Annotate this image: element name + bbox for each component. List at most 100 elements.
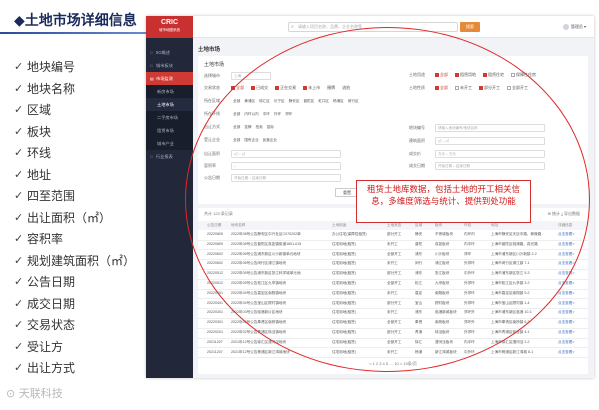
notice-date-input[interactable]: 开始日期 – 结束日期 — [231, 174, 342, 182]
detail-link[interactable]: 点击查看> — [558, 259, 586, 268]
table-cell: 2022年06号公告闵行区浦江镇地块 — [231, 261, 287, 266]
check-icon: ✓ — [14, 318, 24, 332]
table-cell: 中外环 — [464, 349, 475, 354]
detail-link[interactable]: 点击查看> — [558, 318, 586, 327]
filter-option[interactable]: 未开工 — [455, 85, 472, 91]
filter-option[interactable]: 未上市 — [303, 85, 320, 91]
filter-option[interactable]: 流拍 — [342, 85, 350, 91]
column-header[interactable]: 地块名称 — [231, 221, 301, 230]
filter-chip[interactable]: 徐汇区 — [257, 99, 272, 104]
table-cell: 2022年02号公告青浦区徐泾镇地块 — [231, 330, 287, 334]
filter-chip[interactable]: 中环 — [261, 112, 272, 117]
filter-chip[interactable]: 郊环 — [283, 112, 294, 117]
sidebar-item-city-blocks[interactable]: □ 城市板块 — [146, 59, 193, 72]
pagination[interactable]: < 1 2 3 4 5 … 10 > 10条/页 — [198, 358, 588, 370]
detail-link[interactable]: 点击查看> — [558, 348, 586, 357]
table-cell: 20220602 — [207, 251, 223, 256]
app-logo[interactable]: CRIC 城市地图系统 — [146, 16, 193, 38]
filter-chip[interactable]: 招标 — [265, 125, 276, 130]
table-actions[interactable]: ⊞ 统计 ⤓ 导出数据 — [548, 211, 580, 217]
table-cell: 住宅用地(租赁) — [332, 261, 356, 266]
price-input[interactable]: 万元 – 万元 — [435, 150, 545, 158]
filter-chip[interactable]: 全部 — [231, 99, 242, 104]
checkbox-icon — [251, 85, 256, 90]
city-select[interactable]: 上海 — [231, 72, 272, 80]
user-menu[interactable]: 管理员 ▾ — [562, 24, 586, 30]
filter-chip[interactable]: 闵行区 — [346, 99, 361, 104]
checkbox-icon — [511, 72, 515, 77]
table-cell: 上海市普陀区桃浦路、真光路 — [491, 241, 538, 246]
field-label: 环线 — [27, 146, 52, 161]
table-cell: 临港新城板块 — [435, 310, 457, 315]
filter-option[interactable]: 租赁住宅 — [483, 72, 504, 78]
filter-chip[interactable]: 黄浦区 — [242, 99, 257, 104]
sidebar-item-market-monitoring[interactable]: ▤ 市场监测 — [146, 72, 193, 85]
field-bullet: ✓ 公告日期 — [14, 271, 146, 293]
detail-link[interactable]: 点击查看> — [558, 230, 586, 239]
filter-option[interactable]: 已成交 — [251, 85, 268, 91]
table-row[interactable]: 20211207 2021年12号公告杨浦区新江湾城地块 住宅用地(租赁) 未开工 杨浦… — [198, 348, 588, 359]
detail-link[interactable]: 点击查看> — [558, 250, 586, 259]
building-area-input[interactable]: ㎡ – ㎡ — [435, 137, 545, 145]
filter-option[interactable]: 全部 — [435, 72, 448, 78]
sidebar-item-land-market[interactable]: 土地市场 — [146, 98, 193, 111]
filter-chip[interactable]: 虹口区 — [316, 99, 331, 104]
table-cell: 静安 — [415, 232, 423, 236]
filter-chip[interactable]: 普陀区 — [301, 99, 316, 104]
results-table: 共计 123 条记录 ⊞ 统计 ⤓ 导出数据 公告日期 地块名称 土地用途 土地… — [198, 208, 588, 374]
filter-chip[interactable]: 全部 — [231, 125, 242, 130]
filter-chip[interactable]: 杨浦区 — [331, 99, 346, 104]
plot-id-input[interactable]: 请输入地块编号/地块名称 — [435, 124, 545, 132]
table-cell: 20220401 — [207, 290, 223, 295]
column-header[interactable]: 详细信息 — [558, 221, 586, 230]
table-cell: 外郊环 — [464, 300, 475, 305]
deal-date-input[interactable]: 开始日期 – 结束日期 — [435, 162, 545, 170]
detail-link[interactable]: 点击查看> — [558, 308, 586, 317]
detail-link[interactable]: 点击查看> — [558, 269, 586, 278]
filter-chip[interactable]: 挂牌 — [242, 125, 253, 130]
filter-option[interactable]: 租赁用地 — [455, 72, 476, 78]
filter-section-title: 土地市场 — [204, 62, 225, 68]
filter-chip[interactable]: 国有企业 — [242, 138, 260, 143]
search-button[interactable]: 搜索 — [460, 22, 480, 32]
filter-chip[interactable]: 拍卖 — [254, 125, 265, 130]
far-input[interactable]: – — [231, 162, 342, 170]
filter-option[interactable]: 保障性住房 — [511, 72, 536, 78]
table-cell: 20211207 — [207, 339, 223, 344]
sidebar-item-overview[interactable]: □ 5G概述 — [146, 46, 193, 59]
detail-link[interactable]: 点击查看> — [558, 289, 586, 298]
table-cell: 住宅用地(租赁) — [332, 281, 356, 285]
logo-subtitle: 城市地图系统 — [159, 28, 180, 32]
filter-chip[interactable]: 全部 — [231, 112, 242, 117]
detail-link[interactable]: 点击查看> — [558, 338, 586, 347]
filter-option[interactable]: 正在交易 — [275, 85, 296, 91]
detail-link[interactable]: 点击查看> — [558, 240, 586, 249]
field-label: 公告日期 — [27, 275, 76, 290]
filter-option[interactable]: 全部 — [231, 85, 244, 91]
column-header[interactable]: 公告日期 — [207, 221, 231, 230]
filter-chip[interactable]: 全部 — [231, 138, 242, 143]
filter-chip[interactable]: 静安区 — [287, 99, 302, 104]
land-area-input[interactable]: ㎡ – ㎡ — [231, 150, 342, 158]
search-input[interactable]: ⌕ 请输入项目名称、品牌、企业名称等 — [288, 22, 458, 32]
checkbox-icon — [275, 85, 280, 90]
sidebar-item-city-industry[interactable]: 城市产业 — [146, 137, 193, 150]
filter-chip[interactable]: 内环以内 — [242, 112, 260, 117]
detail-link[interactable]: 点击查看> — [558, 299, 586, 308]
filter-option[interactable]: 部分开工 — [479, 85, 500, 91]
filter-option[interactable]: 全部开工 — [507, 85, 528, 91]
sidebar-item-new-homes[interactable]: 新房市场 — [146, 85, 193, 98]
sidebar-item-resale-market[interactable]: 二手房市场 — [146, 111, 193, 124]
filter-chip[interactable]: 外环 — [272, 112, 283, 117]
table-cell: 20220201 — [207, 330, 223, 334]
detail-link[interactable]: 点击查看> — [558, 328, 586, 337]
sidebar-item-rental-market[interactable]: 租赁市场 — [146, 124, 193, 137]
filter-chip[interactable]: 民营企业 — [261, 138, 279, 143]
field-label: 地址 — [27, 167, 52, 182]
filter-chip[interactable]: 长宁区 — [272, 99, 287, 104]
sidebar-item-reports[interactable]: □ 行业报表 — [146, 150, 193, 163]
filter-option[interactable]: 撤牌 — [327, 85, 335, 91]
filter-option[interactable]: 全部 — [435, 85, 448, 91]
detail-link[interactable]: 点击查看> — [558, 279, 586, 288]
user-name: 管理员 — [570, 24, 583, 30]
